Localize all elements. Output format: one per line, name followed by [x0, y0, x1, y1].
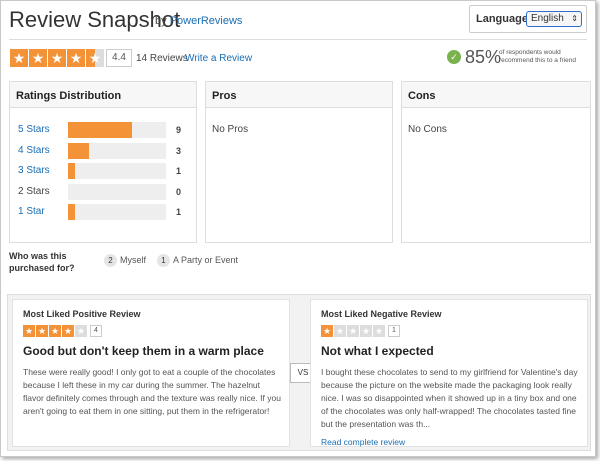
review-count: 14 Reviews	[136, 53, 188, 64]
pros-heading: Pros	[206, 82, 392, 108]
star-icon: ★	[23, 325, 35, 337]
positive-review-card: Most Liked Positive Review ★ ★ ★ ★ ★ 4 Good …	[12, 299, 290, 447]
star-icon: ★	[321, 325, 333, 337]
distribution-row[interactable]: 5 Stars 9	[18, 122, 188, 138]
review-snapshot-widget: Review Snapshot by PowerReviews Language…	[0, 0, 596, 457]
star-icon: ★	[10, 49, 28, 67]
recommend-summary: ✓ 85% of respondents would recommend thi…	[447, 47, 592, 69]
star-icon: ★	[373, 325, 385, 337]
language-selector-box: Language English ⇕	[469, 5, 587, 33]
purchased-chip-myself[interactable]: 2 Myself	[104, 254, 146, 267]
distribution-count: 1	[176, 166, 182, 176]
most-liked-reviews: Most Liked Positive Review ★ ★ ★ ★ ★ 4 Good …	[7, 294, 591, 451]
distribution-row[interactable]: 1 Star 1	[18, 204, 188, 220]
distribution-label: 2 Stars	[18, 185, 50, 197]
distribution-label[interactable]: 3 Stars	[18, 165, 50, 176]
negative-review-stars: ★ ★ ★ ★ ★	[321, 325, 386, 337]
select-arrows-icon: ⇕	[571, 14, 578, 23]
chip-count: 2	[104, 254, 117, 267]
star-icon: ★	[75, 325, 87, 337]
star-icon: ★	[334, 325, 346, 337]
checkmark-icon: ✓	[447, 50, 461, 64]
byline-prefix: by	[155, 15, 167, 27]
negative-review-headline: Not what I expected	[321, 344, 434, 358]
chip-label: A Party or Event	[173, 255, 239, 265]
negative-review-body: I bought these chocolates to send to my …	[321, 367, 578, 429]
chip-count: 1	[157, 254, 170, 267]
read-complete-review-link[interactable]: Read complete review	[321, 437, 405, 447]
distribution-row[interactable]: 4 Stars 3	[18, 142, 188, 159]
star-icon: ★	[49, 325, 61, 337]
distribution-bar-fill	[68, 163, 76, 179]
star-icon: ★	[29, 49, 47, 67]
distribution-label[interactable]: 4 Stars	[18, 145, 50, 156]
distribution-bar-track	[68, 122, 166, 138]
ratings-distribution-panel: Ratings Distribution 5 Stars 9 4 Stars 3 3 S…	[9, 81, 197, 243]
powerreviews-link[interactable]: PowerReviews	[170, 15, 243, 27]
distribution-bar-fill	[68, 142, 90, 159]
write-review-link[interactable]: Write a Review	[185, 53, 252, 64]
cons-heading: Cons	[402, 82, 590, 108]
language-label: Language	[476, 13, 528, 25]
header: Review Snapshot by PowerReviews Language…	[9, 5, 587, 37]
positive-review-headline: Good but don't keep them in a warm place	[23, 344, 264, 358]
recommend-percentage: 85%	[465, 47, 502, 67]
distribution-bar-track	[68, 163, 166, 179]
distribution-bar-track	[68, 204, 166, 220]
byline: by PowerReviews	[155, 15, 242, 27]
star-icon: ★	[48, 49, 66, 67]
distribution-label[interactable]: 1 Star	[18, 206, 45, 217]
header-divider	[9, 39, 587, 40]
distribution-count: 0	[176, 186, 182, 197]
positive-review-body: These were really good! I only got to ea…	[23, 367, 281, 416]
distribution-count: 1	[176, 207, 182, 217]
purchased-for-label: Who was this purchased for?	[9, 251, 75, 273]
distribution-row[interactable]: 3 Stars 1	[18, 163, 188, 179]
language-select[interactable]: English ⇕	[526, 11, 582, 27]
rating-badge: 4.4	[106, 49, 132, 67]
distribution-bar-fill	[68, 204, 76, 220]
recommend-text: of respondents would recommend this to a…	[499, 49, 576, 64]
overall-star-rating: ★ ★ ★ ★ ★	[10, 49, 105, 67]
star-icon: ★	[62, 325, 74, 337]
star-icon: ★	[36, 325, 48, 337]
pros-panel: Pros No Pros	[205, 81, 393, 243]
distribution-bar-fill	[68, 122, 132, 138]
cons-text: No Cons	[408, 124, 447, 135]
distribution-row: 2 Stars 0	[18, 183, 188, 200]
star-icon: ★	[86, 49, 104, 67]
star-icon: ★	[360, 325, 372, 337]
star-icon: ★	[347, 325, 359, 337]
purchased-chip-party[interactable]: 1A Party or Event	[157, 254, 238, 267]
negative-review-rating: 1	[388, 325, 400, 337]
chip-label: Myself	[120, 255, 147, 265]
star-icon: ★	[67, 49, 85, 67]
positive-review-rating: 4	[90, 325, 102, 337]
distribution-bar-track	[68, 183, 166, 200]
distribution-label[interactable]: 5 Stars	[18, 124, 50, 135]
pros-text: No Pros	[212, 124, 249, 135]
distribution-count: 3	[176, 145, 182, 156]
cons-panel: Cons No Cons	[401, 81, 591, 243]
distribution-bar-track	[68, 142, 166, 159]
language-value: English	[531, 13, 564, 24]
ratings-distribution-heading: Ratings Distribution	[10, 82, 196, 108]
positive-review-title: Most Liked Positive Review	[23, 309, 141, 319]
positive-review-stars: ★ ★ ★ ★ ★	[23, 325, 88, 337]
negative-review-title: Most Liked Negative Review	[321, 309, 442, 319]
negative-review-card: Most Liked Negative Review ★ ★ ★ ★ ★ 1 Not w…	[310, 299, 588, 447]
distribution-count: 9	[176, 125, 182, 135]
